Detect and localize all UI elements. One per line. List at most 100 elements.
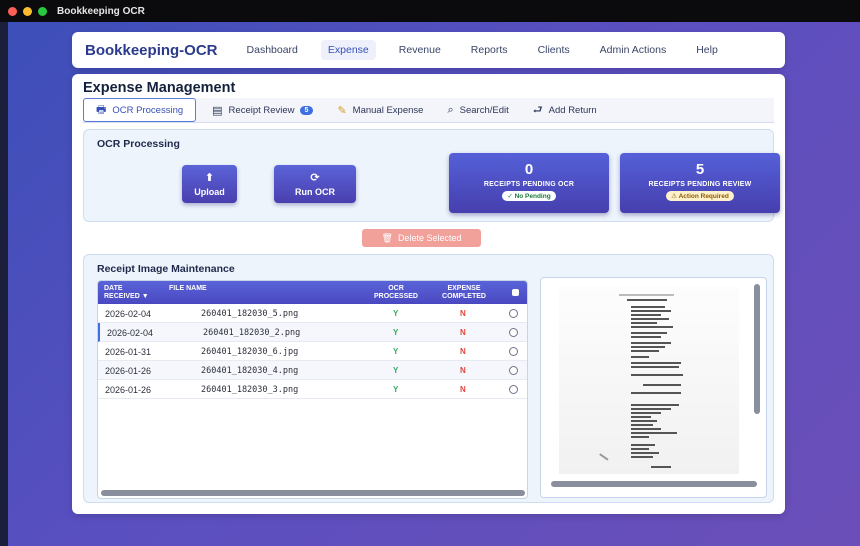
- pending-review-status: ⚠ Action Required: [666, 191, 734, 201]
- row-select-radio[interactable]: [509, 309, 518, 318]
- col-expense-completed[interactable]: EXPENSE COMPLETED: [434, 285, 494, 301]
- tab-receipt-review[interactable]: ▤ Receipt Review 5: [200, 98, 325, 122]
- expense-tabs: 🖶 OCR Processing ▤ Receipt Review 5 ✎ Ma…: [83, 98, 774, 123]
- top-navbar: Bookkeeping-OCR Dashboard Expense Revenu…: [72, 32, 785, 68]
- nav-expense[interactable]: Expense: [320, 40, 376, 60]
- receipt-image-preview: [540, 277, 767, 498]
- table-row[interactable]: 2026-02-04 260401_182030_5.png Y N: [98, 304, 527, 323]
- preview-vertical-scrollbar[interactable]: [754, 284, 760, 414]
- row-date: 2026-01-26: [105, 385, 152, 395]
- row-file-name: 260401_182030_6.jpg: [201, 347, 299, 357]
- return-icon: ⮐: [532, 103, 543, 116]
- col-date-line1: DATE: [104, 285, 123, 292]
- window-title: Bookkeeping OCR: [57, 5, 145, 17]
- col-file-name[interactable]: FILE NAME: [169, 285, 207, 293]
- ocr-panel-title: OCR Processing: [97, 138, 180, 150]
- table-row[interactable]: 2026-01-26 260401_182030_4.png Y N: [98, 361, 527, 380]
- window-titlebar: Bookkeeping OCR: [0, 0, 860, 22]
- row-file-name: 260401_182030_4.png: [201, 366, 299, 376]
- row-file-name: 260401_182030_2.png: [203, 328, 301, 338]
- preview-horizontal-scrollbar[interactable]: [551, 481, 757, 487]
- tab-label: Search/Edit: [459, 104, 509, 116]
- pending-review-label: RECEIPTS PENDING REVIEW: [648, 181, 752, 188]
- nav-revenue[interactable]: Revenue: [392, 40, 448, 60]
- row-select-radio[interactable]: [509, 328, 518, 337]
- tab-search-edit[interactable]: ⌕ Search/Edit: [435, 98, 520, 122]
- row-ocr-status: Y: [393, 385, 399, 394]
- upload-button[interactable]: ⬆ Upload: [182, 165, 237, 203]
- row-date: 2026-01-26: [105, 366, 152, 376]
- maximize-window-button[interactable]: [38, 6, 47, 16]
- printer-icon: 🖶: [96, 103, 107, 116]
- pending-ocr-count: 0: [524, 161, 534, 178]
- pending-review-count: 5: [695, 161, 705, 178]
- main-content: Expense Management 🖶 OCR Processing ▤ Re…: [72, 74, 785, 514]
- table-row[interactable]: 2026-01-26 260401_182030_3.png Y N: [98, 380, 527, 399]
- row-date: 2026-02-04: [107, 328, 154, 338]
- row-select-radio[interactable]: [509, 366, 518, 375]
- table-horizontal-scrollbar[interactable]: [101, 490, 525, 496]
- nav-clients[interactable]: Clients: [531, 40, 577, 60]
- delete-selected-button[interactable]: 🗑 Delete Selected: [362, 229, 481, 247]
- pending-ocr-status: ✓ No Pending: [502, 191, 556, 201]
- row-expense-status: N: [460, 328, 466, 337]
- review-count-badge: 5: [299, 105, 314, 115]
- tab-add-return[interactable]: ⮐ Add Return: [521, 98, 609, 122]
- nav-admin-actions[interactable]: Admin Actions: [593, 40, 674, 60]
- receipt-maintenance-panel: Receipt Image Maintenance DATE RECEIVED …: [83, 254, 774, 503]
- row-select-radio[interactable]: [509, 385, 518, 394]
- tab-label: Receipt Review: [228, 104, 295, 116]
- col-ocr-line2: PROCESSED: [374, 293, 418, 300]
- row-expense-status: N: [460, 385, 466, 394]
- row-expense-status: N: [460, 366, 466, 375]
- tab-label: OCR Processing: [112, 104, 184, 116]
- row-ocr-status: Y: [393, 328, 399, 337]
- tab-manual-expense[interactable]: ✎ Manual Expense: [325, 98, 435, 122]
- receipt-table: DATE RECEIVED ▼ FILE NAME OCR PROCESSED …: [97, 280, 528, 499]
- minimize-window-button[interactable]: [23, 6, 32, 16]
- col-date-received[interactable]: DATE RECEIVED ▼: [104, 285, 149, 301]
- window-edge: [0, 22, 8, 546]
- row-file-name: 260401_182030_5.png: [201, 309, 299, 319]
- col-ocr-processed[interactable]: OCR PROCESSED: [368, 285, 424, 301]
- row-ocr-status: Y: [393, 309, 399, 318]
- nav-reports[interactable]: Reports: [464, 40, 515, 60]
- upload-label: Upload: [194, 187, 225, 197]
- col-exp-line1: EXPENSE: [447, 285, 481, 292]
- document-icon: ▤: [212, 104, 223, 117]
- row-expense-status: N: [460, 347, 466, 356]
- run-ocr-button[interactable]: ⟳ Run OCR: [274, 165, 356, 203]
- receipt-image: [559, 286, 739, 474]
- select-all-checkbox[interactable]: [512, 289, 519, 296]
- col-exp-line2: COMPLETED: [442, 293, 486, 300]
- tab-label: Manual Expense: [352, 104, 424, 116]
- pending-ocr-label: RECEIPTS PENDING OCR: [483, 181, 575, 188]
- upload-icon: ⬆: [204, 172, 215, 184]
- pending-review-card: 5 RECEIPTS PENDING REVIEW ⚠ Action Requi…: [620, 153, 780, 213]
- tab-ocr-processing[interactable]: 🖶 OCR Processing: [83, 98, 197, 122]
- magnifier-icon: ⌕: [447, 103, 454, 116]
- nav-dashboard[interactable]: Dashboard: [240, 40, 305, 60]
- page-title: Expense Management: [83, 80, 236, 96]
- nav-help[interactable]: Help: [689, 40, 725, 60]
- col-date-line2: RECEIVED ▼: [104, 293, 149, 300]
- table-row[interactable]: 2026-01-31 260401_182030_6.jpg Y N: [98, 342, 527, 361]
- close-window-button[interactable]: [8, 6, 17, 16]
- row-ocr-status: Y: [393, 347, 399, 356]
- run-ocr-label: Run OCR: [295, 187, 335, 197]
- row-file-name: 260401_182030_3.png: [201, 385, 299, 395]
- tab-label: Add Return: [548, 104, 597, 116]
- delete-label: Delete Selected: [397, 233, 462, 243]
- row-date: 2026-02-04: [105, 309, 152, 319]
- row-select-radio[interactable]: [509, 347, 518, 356]
- refresh-icon: ⟳: [310, 172, 320, 184]
- brand-logo[interactable]: Bookkeeping-OCR: [85, 42, 218, 59]
- trash-icon: 🗑: [381, 232, 393, 243]
- maintenance-title: Receipt Image Maintenance: [97, 263, 235, 275]
- row-expense-status: N: [460, 309, 466, 318]
- pencil-icon: ✎: [337, 104, 347, 117]
- row-ocr-status: Y: [393, 366, 399, 375]
- row-date: 2026-01-31: [105, 347, 152, 357]
- table-row[interactable]: 2026-02-04 260401_182030_2.png Y N: [98, 323, 527, 342]
- ocr-processing-panel: OCR Processing ⬆ Upload ⟳ Run OCR 0 RECE…: [83, 129, 780, 222]
